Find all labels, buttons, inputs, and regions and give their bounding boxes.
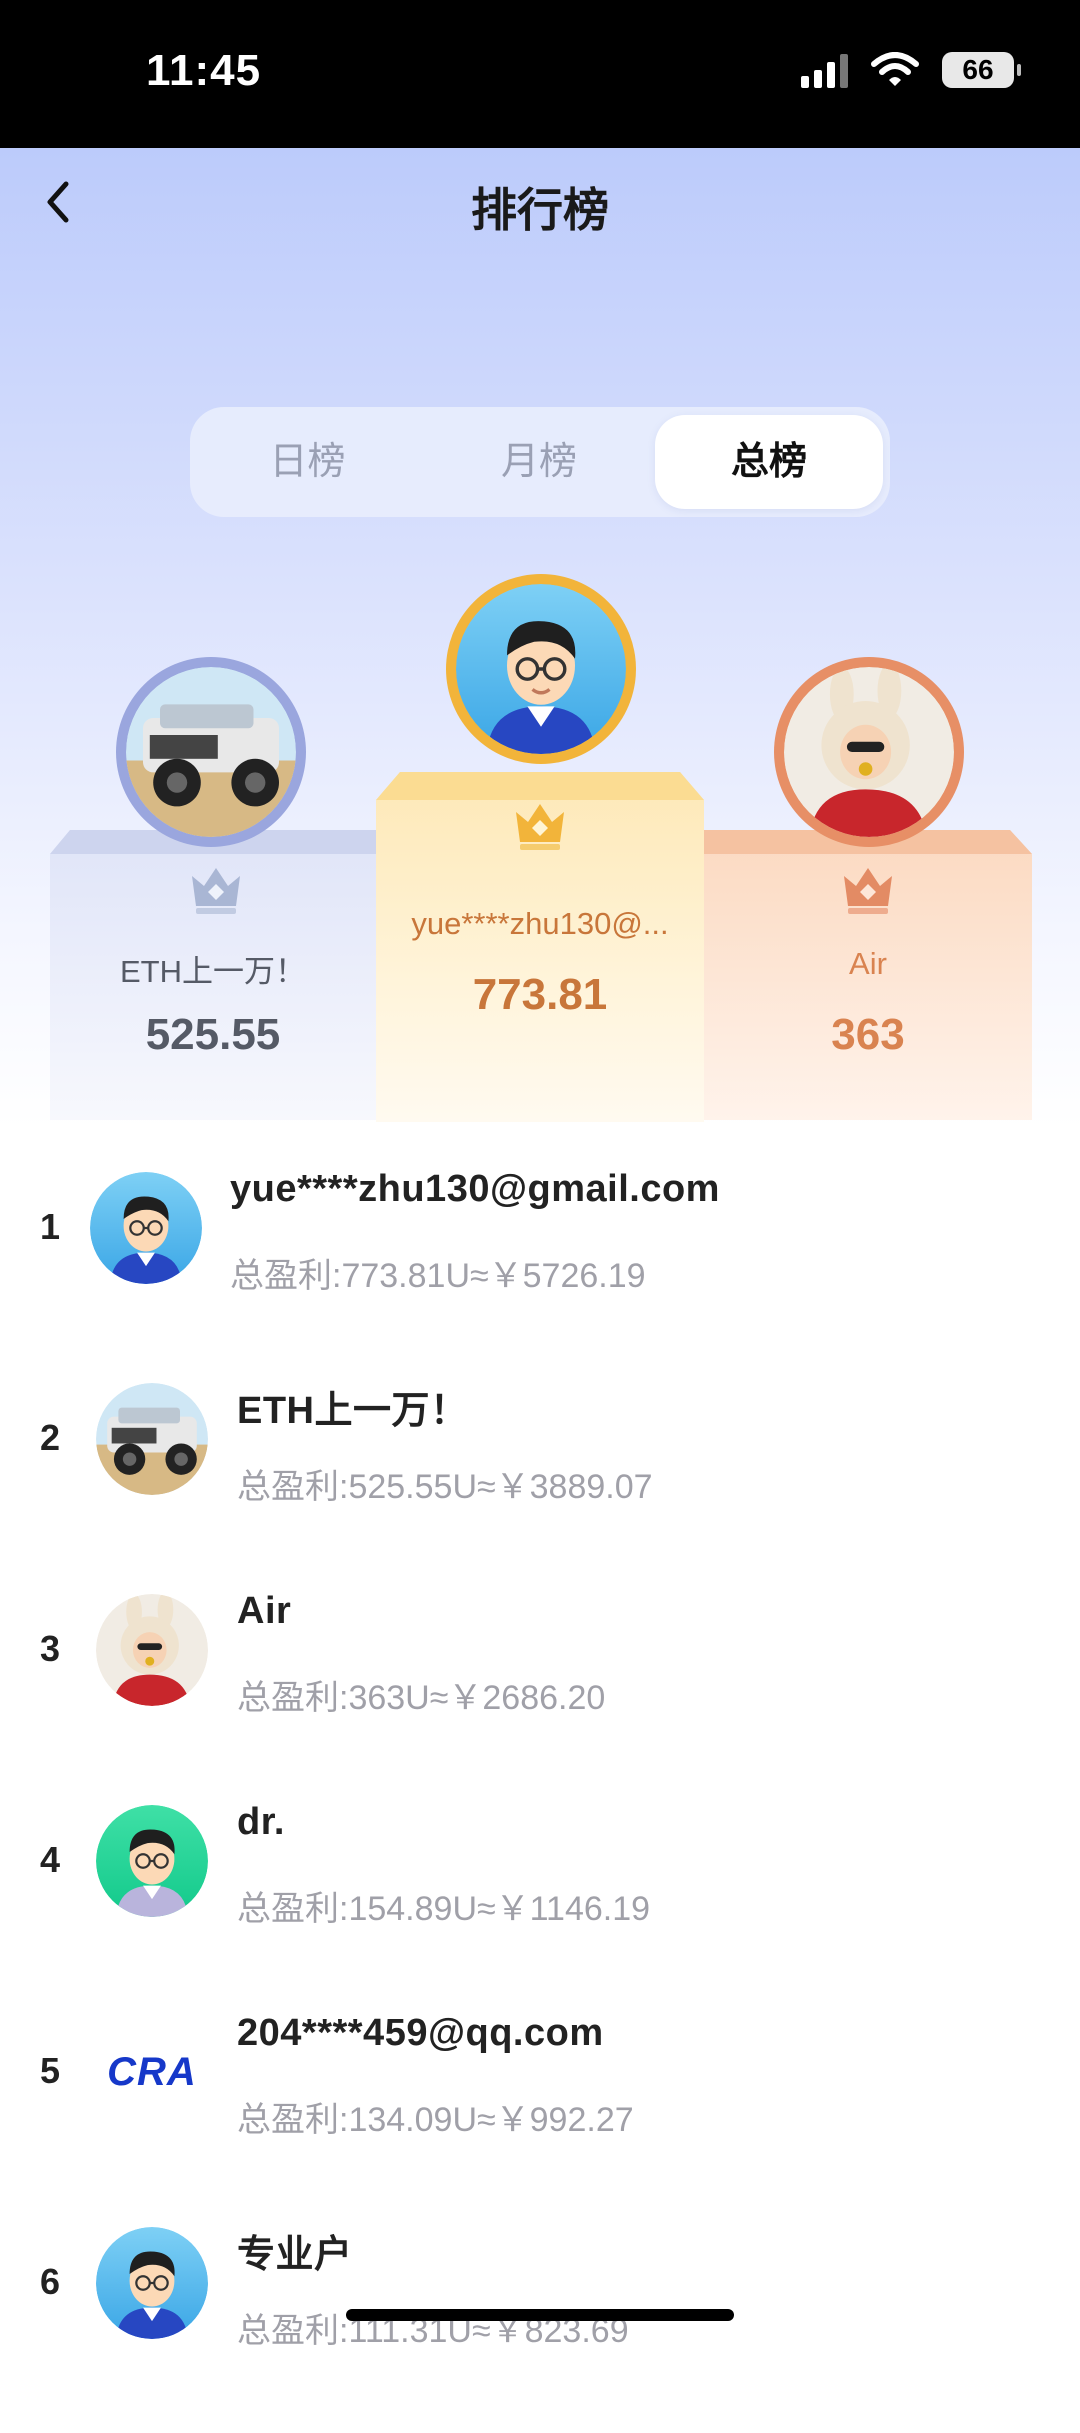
user-name: ETH上一万！ — [237, 1390, 469, 1432]
status-time: 11:45 — [146, 46, 262, 95]
signal-icon — [801, 52, 848, 88]
user-name: Air — [237, 1590, 292, 1632]
user-avatar — [96, 1383, 208, 1495]
user-name: yue****zhu130@gmail.com — [230, 1168, 720, 1210]
user-avatar — [90, 1172, 202, 1284]
user-avatar — [96, 1805, 208, 1917]
wifi-icon — [871, 52, 919, 86]
bunny-hat-photo-avatar — [784, 667, 954, 837]
tab-total[interactable]: 总榜 — [655, 415, 883, 509]
cartoon-avatar — [456, 584, 626, 754]
rank-number: 3 — [40, 1628, 61, 1669]
battery-level: 66 — [962, 54, 994, 85]
page-title: 排行榜 — [471, 184, 609, 236]
tab-daily[interactable]: 日榜 — [190, 407, 425, 517]
podium-first-name: yue****zhu130@... — [411, 906, 669, 941]
jeep-photo-avatar — [126, 667, 296, 837]
user-profit: 总盈利:525.55U≈￥3889.07 — [237, 1468, 653, 1506]
ranking-row[interactable]: 1 yue****zhu130@gmail.com 总盈利:773.81U≈￥5… — [0, 1168, 1080, 1378]
battery-icon: 66 — [942, 52, 1021, 88]
silver-crown-icon — [192, 868, 240, 914]
user-name: dr. — [237, 1801, 285, 1843]
podium-second-name: ETH上一万！ — [120, 954, 306, 989]
user-name: 204****459@qq.com — [237, 2012, 604, 2054]
podium-third-name: Air — [849, 946, 887, 981]
bronze-crown-icon — [844, 868, 892, 914]
cra-logo-avatar: CRA — [96, 2016, 208, 2128]
status-bar: 11:45 66 — [0, 0, 1080, 148]
podium-second-avatar[interactable] — [116, 657, 306, 847]
podium-third-value: 363 — [831, 1010, 905, 1059]
user-avatar — [96, 1594, 208, 1706]
podium-first-avatar[interactable] — [446, 574, 636, 764]
gold-crown-icon — [516, 804, 564, 850]
home-indicator — [346, 2309, 734, 2321]
ranking-row[interactable]: 3 Air 总盈利:363U≈￥2686.20 — [0, 1590, 1080, 1800]
ranking-row[interactable]: 4 dr. 总盈利:154.89U≈￥1146.19 — [0, 1801, 1080, 2011]
ranking-row[interactable]: 5 CRA 204****459@qq.com 总盈利:134.09U≈￥992… — [0, 2012, 1080, 2222]
podium-second-value: 525.55 — [145, 1010, 281, 1059]
ranking-row[interactable]: 2 ETH上一万！ 总盈利:525.55U≈￥3889.07 — [0, 1379, 1080, 1589]
user-name: 专业户 — [237, 2234, 353, 2276]
rank-number: 4 — [40, 1839, 61, 1880]
podium-first-value: 773.81 — [472, 970, 608, 1019]
tab-monthly[interactable]: 月榜 — [425, 407, 653, 517]
podium-third-avatar[interactable] — [774, 657, 964, 847]
user-profit: 总盈利:134.09U≈￥992.27 — [237, 2101, 634, 2139]
rank-number: 6 — [40, 2261, 61, 2302]
user-avatar — [96, 2227, 208, 2339]
user-profit: 总盈利:773.81U≈￥5726.19 — [230, 1257, 646, 1295]
leaderboard-tabs: 日榜 月榜 总榜 — [190, 407, 890, 517]
rank-number: 2 — [40, 1417, 61, 1458]
user-profit: 总盈利:363U≈￥2686.20 — [237, 1679, 606, 1717]
rank-number: 1 — [40, 1206, 61, 1247]
user-profit: 总盈利:154.89U≈￥1146.19 — [237, 1890, 651, 1928]
status-icons: 66 — [801, 52, 1021, 88]
cra-logo-text: CRA — [107, 2049, 197, 2094]
ranking-row[interactable]: 6 专业户 总盈利:111.31U≈￥823.69 — [0, 2223, 1080, 2433]
rank-number: 5 — [40, 2050, 61, 2091]
